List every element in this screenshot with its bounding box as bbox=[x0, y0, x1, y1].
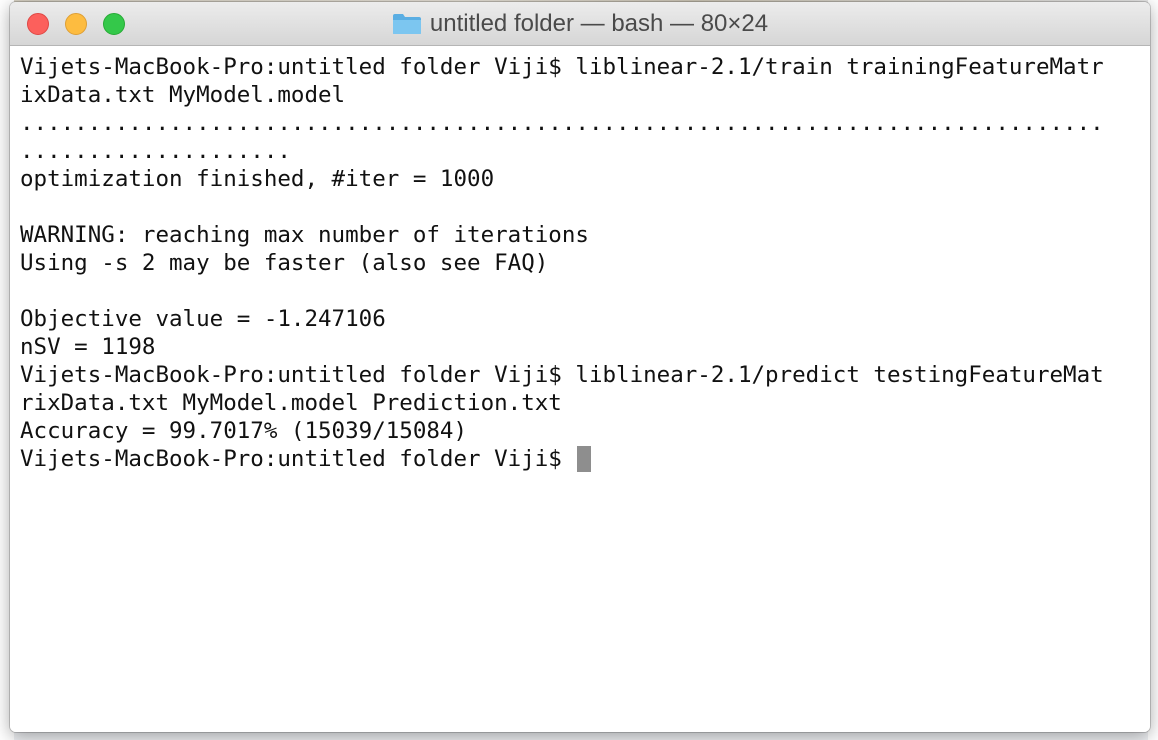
terminal-prompt: Vijets-MacBook-Pro:untitled folder Viji$ bbox=[20, 446, 576, 472]
terminal-line: Objective value = -1.247106 bbox=[20, 306, 386, 332]
terminal-line: Accuracy = 99.7017% (15039/15084) bbox=[20, 418, 468, 444]
terminal-output[interactable]: Vijets-MacBook-Pro:untitled folder Viji$… bbox=[10, 46, 1150, 732]
terminal-line: Vijets-MacBook-Pro:untitled folder Viji$… bbox=[20, 54, 1104, 80]
terminal-line: ixData.txt MyModel.model bbox=[20, 82, 346, 108]
window-title-group: untitled folder — bash — 80×24 bbox=[10, 2, 1150, 46]
text-cursor bbox=[577, 446, 592, 472]
window-title: untitled folder — bash — 80×24 bbox=[429, 10, 769, 37]
folder-icon bbox=[392, 13, 422, 35]
terminal-line: ........................................… bbox=[20, 110, 1104, 136]
terminal-line: Using -s 2 may be faster (also see FAQ) bbox=[20, 250, 549, 276]
terminal-line: Vijets-MacBook-Pro:untitled folder Viji$… bbox=[20, 362, 1104, 388]
terminal-line: .................... bbox=[20, 138, 291, 164]
terminal-line: nSV = 1198 bbox=[20, 334, 156, 360]
terminal-prompt-line[interactable]: Vijets-MacBook-Pro:untitled folder Viji$ bbox=[20, 445, 1150, 473]
terminal-line: WARNING: reaching max number of iteratio… bbox=[20, 222, 589, 248]
terminal-line: optimization finished, #iter = 1000 bbox=[20, 166, 495, 192]
title-bar[interactable]: untitled folder — bash — 80×24 bbox=[10, 2, 1150, 46]
terminal-window: untitled folder — bash — 80×24 Vijets-Ma… bbox=[10, 2, 1150, 732]
terminal-line: rixData.txt MyModel.model Prediction.txt bbox=[20, 390, 562, 416]
